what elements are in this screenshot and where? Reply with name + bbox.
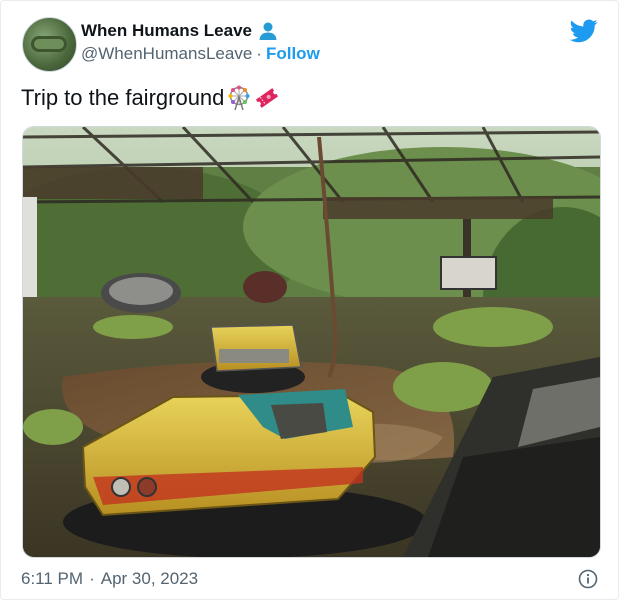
tweet-photo[interactable] xyxy=(22,126,601,558)
info-icon[interactable] xyxy=(578,569,598,589)
date-separator: · xyxy=(89,569,95,588)
tweet-time: 6:11 PM xyxy=(21,569,84,588)
follow-button[interactable]: Follow xyxy=(266,44,320,64)
tweet-date: Apr 30, 2023 xyxy=(100,569,199,588)
avatar[interactable] xyxy=(22,17,77,72)
tweet-card: When Humans Leave @WhenHumansLeave · Fol… xyxy=(0,0,619,600)
timestamp-row[interactable]: 6:11 PM · Apr 30, 2023 xyxy=(21,569,198,589)
tweet-text-row: Trip to the fairground xyxy=(21,85,280,111)
ferris-wheel-emoji xyxy=(228,85,250,111)
abandoned-bumper-cars-photo xyxy=(23,127,600,557)
tweet-text: Trip to the fairground xyxy=(21,85,225,110)
separator: · xyxy=(256,44,262,63)
author-name-row: When Humans Leave xyxy=(81,20,278,42)
handle-row: @WhenHumansLeave · Follow xyxy=(81,44,320,64)
handle[interactable]: @WhenHumansLeave xyxy=(81,44,252,64)
display-name[interactable]: When Humans Leave xyxy=(81,21,252,41)
ticket-emoji xyxy=(256,88,279,108)
twitter-bird-icon[interactable] xyxy=(570,19,598,43)
person-icon xyxy=(259,22,277,40)
